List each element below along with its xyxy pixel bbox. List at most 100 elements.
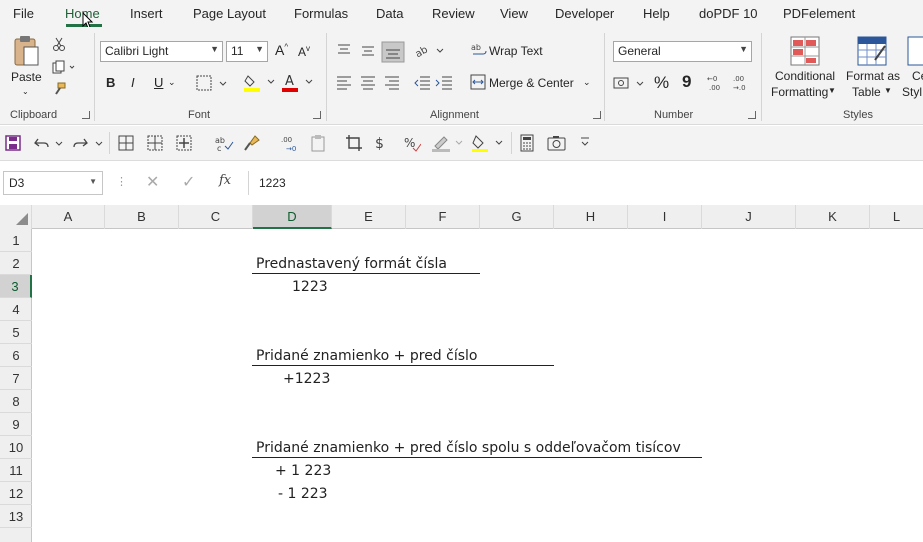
tab-page-layout[interactable]: Page Layout: [193, 6, 266, 21]
column-header-b[interactable]: B: [105, 205, 179, 229]
tab-pdfelement[interactable]: PDFelement: [783, 6, 855, 21]
clipboard-paste-icon[interactable]: [310, 134, 328, 152]
name-box[interactable]: D3 ▼: [3, 171, 103, 195]
format-painter-icon[interactable]: [52, 82, 66, 96]
tab-help[interactable]: Help: [643, 6, 670, 21]
merge-center-icon[interactable]: [470, 74, 486, 90]
font-size-combo[interactable]: 11 ▼: [226, 41, 268, 62]
column-header-e[interactable]: E: [332, 205, 406, 229]
row-header[interactable]: 2: [0, 252, 32, 275]
column-header-h[interactable]: H: [554, 205, 628, 229]
borders-icon[interactable]: [196, 75, 228, 91]
percent-style-button[interactable]: %: [654, 73, 669, 93]
clipboard-launcher-icon[interactable]: [82, 111, 90, 119]
row-header[interactable]: 6: [0, 344, 32, 367]
tab-dopdf[interactable]: doPDF 10: [699, 6, 758, 21]
wrap-text-button[interactable]: Wrap Text: [489, 44, 543, 58]
cell-d3[interactable]: 1223: [292, 277, 328, 297]
cell-styles-icon[interactable]: [907, 36, 923, 66]
fill-color-icon[interactable]: [472, 134, 506, 152]
indent-icons[interactable]: [414, 75, 456, 91]
column-header-d[interactable]: D: [253, 205, 332, 229]
merge-center-button[interactable]: Merge & Center: [489, 76, 574, 90]
underline-dropdown-icon[interactable]: ⌄: [168, 77, 176, 88]
row-header[interactable]: 11: [0, 459, 32, 482]
fill-color-icon[interactable]: [244, 72, 276, 92]
format-as-table-label-2[interactable]: Table: [852, 85, 881, 99]
underline-button[interactable]: U: [154, 75, 163, 90]
camera-icon[interactable]: [547, 134, 567, 152]
formula-input[interactable]: 1223: [248, 171, 923, 195]
column-header-i[interactable]: I: [628, 205, 702, 229]
chevron-down-icon[interactable]: ▼: [884, 86, 892, 95]
paste-button[interactable]: Paste: [11, 70, 42, 84]
enter-check-icon[interactable]: ✓: [182, 172, 195, 192]
orientation-icon[interactable]: ab: [415, 41, 445, 59]
paintbrush-icon[interactable]: [243, 134, 261, 152]
crop-icon[interactable]: [345, 134, 363, 152]
conditional-formatting-icon[interactable]: [790, 36, 820, 66]
row-header[interactable]: 10: [0, 436, 32, 459]
percent-format-icon[interactable]: %: [403, 134, 421, 152]
copy-icon[interactable]: [52, 60, 76, 74]
paste-icon[interactable]: [12, 35, 42, 69]
cell-styles-label-2[interactable]: Styl: [902, 85, 922, 99]
tab-review[interactable]: Review: [432, 6, 475, 21]
decrease-font-icon[interactable]: Av: [298, 44, 310, 59]
column-header-j[interactable]: J: [702, 205, 796, 229]
row-header[interactable]: 3: [0, 275, 32, 298]
accounting-format-icon[interactable]: [613, 75, 647, 91]
vertical-align-icons[interactable]: [336, 41, 406, 63]
insert-function-icon[interactable]: fx: [219, 173, 231, 188]
column-header-a[interactable]: A: [32, 205, 105, 229]
cell-d7[interactable]: +1223: [283, 369, 330, 389]
number-launcher-icon[interactable]: [748, 111, 756, 119]
decimal-shift-icon[interactable]: .00→0: [280, 134, 300, 152]
cell-d10[interactable]: Pridané znamienko + pred číslo spolu s o…: [256, 438, 681, 458]
row-header[interactable]: 7: [0, 367, 32, 390]
font-launcher-icon[interactable]: [313, 111, 321, 119]
tab-insert[interactable]: Insert: [130, 6, 163, 21]
number-format-combo[interactable]: General ▼: [613, 41, 752, 62]
alignment-launcher-icon[interactable]: [593, 111, 601, 119]
redo-icon[interactable]: [73, 135, 105, 151]
row-header[interactable]: 13: [0, 505, 32, 528]
format-as-table-icon[interactable]: [857, 36, 887, 66]
italic-button[interactable]: I: [131, 75, 135, 90]
cancel-icon[interactable]: ✕: [146, 172, 159, 192]
wrap-text-icon[interactable]: ab: [471, 41, 487, 57]
row-header[interactable]: 1: [0, 229, 32, 252]
tab-developer[interactable]: Developer: [555, 6, 614, 21]
increase-font-icon[interactable]: A^: [275, 42, 288, 58]
font-name-combo[interactable]: Calibri Light ▼: [100, 41, 223, 62]
tab-view[interactable]: View: [500, 6, 528, 21]
horizontal-align-icons[interactable]: [336, 75, 408, 91]
column-header-f[interactable]: F: [406, 205, 480, 229]
comma-style-button[interactable]: 9: [682, 72, 691, 92]
conditional-formatting-label-1[interactable]: Conditional: [775, 69, 835, 83]
tab-data[interactable]: Data: [376, 6, 403, 21]
cell-d2[interactable]: Prednastavený formát čísla: [256, 254, 447, 274]
font-color-icon[interactable]: A: [282, 72, 314, 92]
row-header[interactable]: 5: [0, 321, 32, 344]
row-header[interactable]: 12: [0, 482, 32, 505]
column-header-k[interactable]: K: [796, 205, 870, 229]
currency-format-icon[interactable]: $: [373, 133, 391, 153]
column-header-c[interactable]: C: [179, 205, 253, 229]
conditional-formatting-label-2[interactable]: Formatting: [771, 85, 828, 99]
bold-button[interactable]: B: [106, 75, 115, 90]
decimal-icons[interactable]: ←0.00.00→.0: [706, 73, 754, 93]
cell-styles-label-1[interactable]: Ce: [912, 69, 923, 83]
worksheet-grid[interactable]: Prednastavený formát čísla 1223 Pridané …: [32, 229, 923, 542]
tab-formulas[interactable]: Formulas: [294, 6, 348, 21]
cell-d6[interactable]: Pridané znamienko + pred číslo: [256, 346, 477, 366]
column-header-l[interactable]: L: [870, 205, 923, 229]
border-presets-icons[interactable]: [118, 135, 200, 151]
cut-icon[interactable]: [52, 37, 66, 51]
customize-toolbar-icon[interactable]: [580, 136, 590, 148]
chevron-down-icon[interactable]: ▼: [828, 86, 836, 95]
highlight-pen-icon[interactable]: [432, 134, 466, 152]
paste-dropdown-icon[interactable]: ⌄: [22, 87, 29, 96]
row-header[interactable]: 9: [0, 413, 32, 436]
spelling-icon[interactable]: abc: [215, 134, 235, 152]
